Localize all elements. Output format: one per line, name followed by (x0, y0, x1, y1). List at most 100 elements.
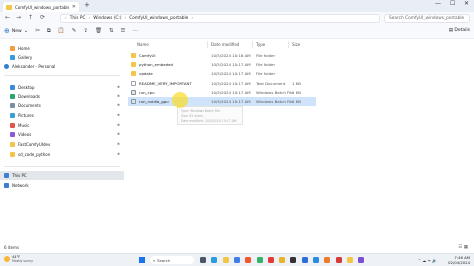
start-tile (142, 260, 145, 263)
delete-icon[interactable]: 🗑 (95, 28, 102, 35)
folder-icon (6, 4, 12, 10)
terminal-icon[interactable] (290, 257, 297, 263)
sidebar-item-label: Aleksander - Personal (12, 63, 56, 69)
folder-icon (131, 71, 136, 77)
rename-icon[interactable]: ✎ (72, 28, 77, 35)
chevron-right-icon: › (191, 16, 194, 21)
column-divider[interactable] (252, 41, 253, 48)
new-tab-button[interactable]: + (84, 2, 90, 9)
edge-icon[interactable] (211, 257, 218, 263)
sidebar-item-gallery[interactable]: Gallery (0, 53, 124, 61)
file-row-readme-very-important[interactable]: README_VERY_IMPORTANT 10/5/2024 10:17 AM T… (128, 79, 316, 88)
file-name: run_nvidia_gpu (139, 99, 169, 104)
sidebar-item-fastcomfyuidev[interactable]: FastComfyUIdev ✱ (0, 140, 124, 148)
view-toggle-icons[interactable]: ☰ ▦ (458, 245, 468, 250)
sidebar-item-music[interactable]: Music ✱ (0, 121, 124, 129)
taskview-icon[interactable] (200, 257, 206, 263)
sidebar-item-label: Pictures (18, 112, 34, 118)
column-header-size[interactable]: Size (292, 42, 300, 47)
details-icon: ▤ (448, 28, 453, 33)
file-row-run-cpu[interactable]: run_cpu 10/5/2024 10:17 AM Windows Batch F… (128, 88, 316, 97)
sidebar-item-pictures[interactable]: Pictures ✱ (0, 111, 124, 119)
column-divider[interactable] (207, 41, 208, 48)
chrome-icon[interactable] (279, 257, 286, 263)
paste-icon[interactable]: 📋 (58, 28, 65, 35)
sidebar-item-home[interactable]: Home (0, 44, 124, 52)
sidebar-item-label: FastComfyUIdev (18, 141, 51, 147)
home-icon (10, 45, 15, 51)
file-name: ComfyUI (139, 53, 156, 58)
music-icon (10, 122, 15, 128)
sidebar-item-onedrive[interactable]: Aleksander - Personal (0, 62, 124, 70)
tooltip-date: Date modified: 10/5/2024 10:17 AM (181, 119, 237, 123)
blue-app-icon[interactable] (301, 257, 308, 263)
copy-icon[interactable]: ⧉ (47, 28, 51, 35)
close-tab-icon[interactable]: ✕ (72, 4, 76, 10)
folder-app-icon[interactable] (346, 257, 353, 263)
sidebar-item-videos[interactable]: Videos ✱ (0, 130, 124, 138)
breadcrumb-windows-c[interactable]: Windows (C:) (93, 16, 121, 21)
clock-date: 02/04/2024 (448, 260, 470, 265)
minimize-button[interactable]: — (435, 1, 441, 7)
sidebar-item-downloads[interactable]: Downloads ✱ (0, 92, 124, 100)
close-window-button[interactable]: ✕ (464, 1, 469, 7)
column-divider[interactable] (288, 41, 289, 48)
up-button[interactable]: ↑ (28, 15, 33, 21)
refresh-button[interactable]: ⟳ (40, 15, 45, 21)
clock[interactable]: 7:46 AM 02/04/2024 (448, 255, 470, 265)
file-row-python-embeded[interactable]: python_embeded 10/5/2024 10:17 AM File fol… (128, 60, 316, 69)
brave-icon[interactable] (245, 257, 252, 263)
tab-comfyui[interactable]: ComfyUI_windows_portable ✕ (3, 2, 79, 12)
sidebar-item-sd-code-python[interactable]: sd_code_python ✱ (0, 150, 124, 158)
new-button[interactable]: ⊕ New ⌄ (4, 28, 28, 35)
sidebar-item-network[interactable]: Network (0, 181, 124, 189)
maximize-button[interactable]: ☐ (450, 1, 455, 7)
tab-label: ComfyUI_windows_portable (15, 4, 69, 10)
view-icon[interactable]: ☰ (121, 28, 126, 35)
file-type: File folder (256, 62, 276, 68)
vscode-icon[interactable] (313, 257, 319, 263)
breadcrumb-comfyui[interactable]: ComfyUI_windows_portable (129, 16, 188, 21)
sort-icon[interactable]: ⇅ (109, 28, 114, 35)
file-row-update[interactable]: update 10/5/2024 10:17 AM File folder (128, 69, 316, 78)
computer-icon (4, 173, 9, 178)
folder-icon (10, 151, 15, 157)
pin-icon: ✱ (117, 85, 120, 89)
taskbar-search[interactable]: ⌕ Search (150, 256, 194, 264)
folder-icon (131, 53, 136, 58)
file-row-comfyui[interactable]: ComfyUI 10/5/2024 10:16 AM File folder (128, 51, 316, 60)
weather-widget[interactable]: 44°F Mostly sunny (4, 255, 33, 264)
store-icon[interactable] (233, 257, 240, 263)
system-tray-icons[interactable]: ⌃ ☁ ᯤ 🔊 (418, 258, 437, 264)
search-input[interactable]: Search ComfyUI_windows_portable (384, 14, 470, 23)
file-type: Windows Batch File (256, 99, 294, 104)
orange-app-icon[interactable] (324, 257, 331, 263)
sun-icon (4, 256, 10, 263)
files-icon[interactable] (222, 257, 229, 263)
address-bar[interactable]: › This PC › Windows (C:) › ComfyUI_windo… (60, 14, 380, 23)
red-app-icon[interactable] (267, 257, 274, 263)
breadcrumb-this-pc[interactable]: This PC (70, 16, 86, 21)
sidebar-item-documents[interactable]: Documents ✱ (0, 101, 124, 109)
column-header-type[interactable]: Type (256, 42, 265, 47)
file-row-run-nvidia-gpu[interactable]: run_nvidia_gpu 10/5/2024 10:17 AM Windows … (128, 97, 316, 106)
back-button[interactable]: ← (5, 15, 10, 21)
column-header-name[interactable]: Name (137, 42, 149, 47)
details-button[interactable]: ▤ Details (449, 28, 470, 33)
purple-app-icon[interactable] (358, 257, 365, 263)
start-button[interactable] (139, 257, 145, 263)
sidebar-item-label: Network (12, 182, 29, 188)
file-tooltip: Type: Windows Batch File Size: 82 bytes … (177, 106, 243, 125)
cut-icon[interactable]: ✂ (35, 28, 40, 35)
sidebar-item-this-pc[interactable]: This PC (0, 171, 124, 180)
sidebar-item-desktop[interactable]: Desktop ✱ (0, 83, 124, 91)
green-app-icon[interactable] (256, 257, 263, 263)
command-bar: ⊕ New ⌄ ✂ ⧉ 📋 ✎ ⇪ 🗑 ⇅ ☰ ⋯ (0, 25, 474, 39)
file-size: 1 KB (292, 80, 301, 86)
share-icon[interactable]: ⇪ (83, 28, 88, 35)
status-item-count: 6 items (4, 245, 19, 250)
forward-button[interactable]: → (16, 15, 21, 21)
column-header-date[interactable]: Date modified (211, 42, 239, 47)
red-app-2-icon[interactable] (335, 257, 342, 263)
more-options-icon[interactable]: ⋯ (132, 28, 138, 35)
